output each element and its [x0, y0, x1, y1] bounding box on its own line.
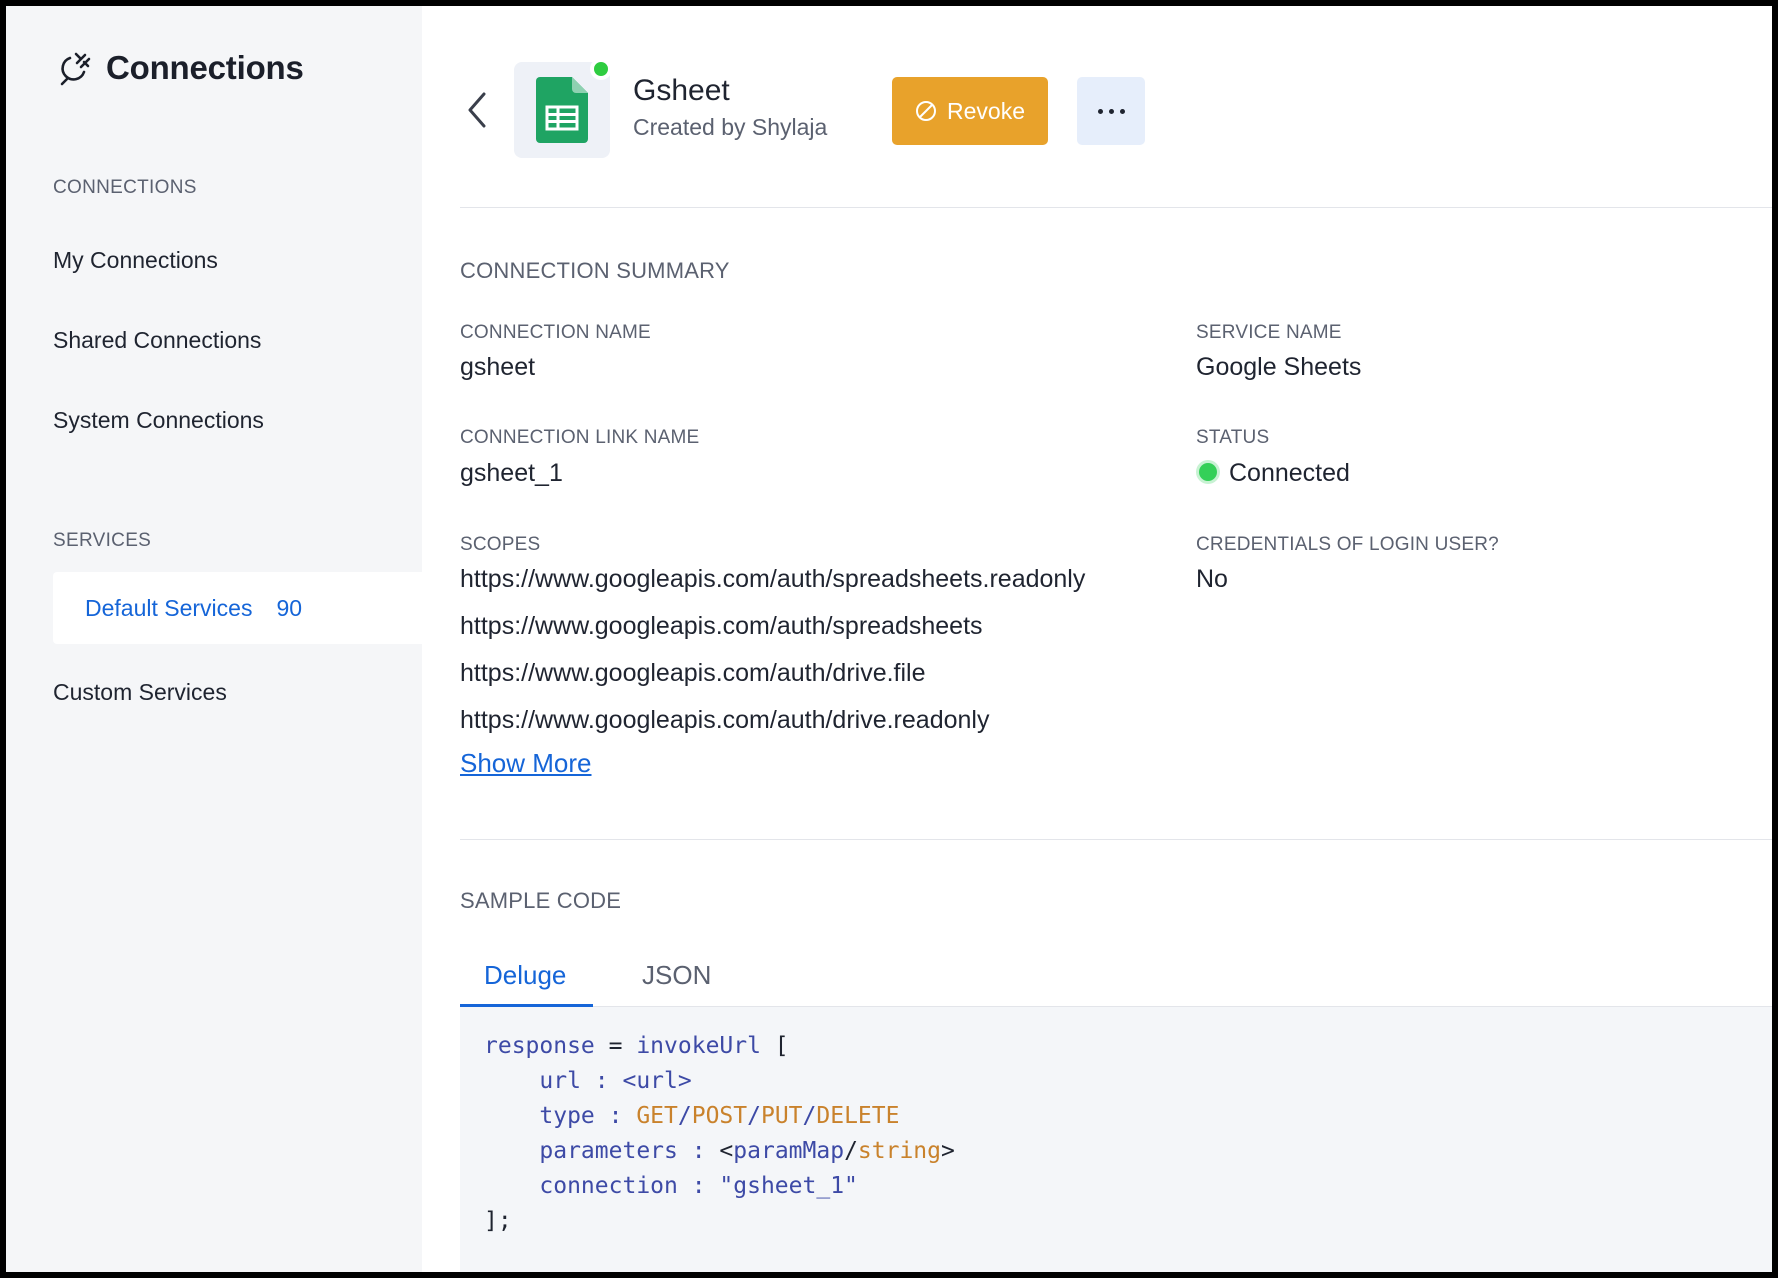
- sidebar-item-default-services[interactable]: Default Services 90: [53, 572, 422, 644]
- brand: Connections: [58, 48, 304, 88]
- code-token: connection: [539, 1173, 678, 1199]
- tab-json[interactable]: JSON: [642, 960, 711, 991]
- main-content: Gsheet Created by Shylaja Revoke CONNECT…: [422, 6, 1772, 1272]
- created-by: Created by Shylaja: [633, 114, 828, 140]
- sidebar-title: Connections: [106, 49, 304, 86]
- summary-divider: [460, 839, 1772, 840]
- header-divider: [460, 207, 1772, 208]
- code-line: url : <url>: [484, 1064, 1748, 1099]
- code-token: [: [760, 1033, 789, 1059]
- code-token: /: [677, 1103, 692, 1129]
- scopes-label: SCOPES: [460, 534, 541, 555]
- default-services-count: 90: [276, 594, 303, 621]
- code-token: PUT: [760, 1103, 803, 1129]
- more-dot: [1119, 108, 1125, 114]
- code-token: =: [594, 1033, 637, 1059]
- code-token: response: [484, 1033, 595, 1059]
- section-connections: CONNECTIONS: [53, 177, 197, 198]
- scope-item: https://www.googleapis.com/auth/drive.fi…: [460, 659, 926, 687]
- code-token: parameters: [539, 1138, 678, 1164]
- code-token: /: [844, 1138, 858, 1164]
- code-token: /: [747, 1103, 761, 1129]
- sidebar-item-shared-connections[interactable]: Shared Connections: [53, 327, 261, 354]
- sidebar-item-custom-services[interactable]: Custom Services: [53, 679, 227, 706]
- code-token: POST: [691, 1103, 748, 1129]
- code-token: /: [802, 1103, 817, 1129]
- code-token: "gsheet_1": [719, 1173, 858, 1199]
- sidebar-item-my-connections[interactable]: My Connections: [53, 247, 218, 274]
- code-token: ];: [484, 1208, 512, 1234]
- code-token: url: [539, 1068, 581, 1094]
- connection-name-value: gsheet: [460, 353, 536, 381]
- status-indicator-dot: [590, 58, 612, 80]
- code-token: >: [941, 1138, 955, 1164]
- block-icon: [916, 101, 936, 121]
- plug-icon: [60, 52, 91, 86]
- code-token: DELETE: [816, 1103, 900, 1129]
- sample-code-title: SAMPLE CODE: [460, 888, 622, 913]
- code-token: string: [857, 1138, 942, 1164]
- scope-item: https://www.googleapis.com/auth/spreadsh…: [460, 565, 1086, 593]
- code-line: connection : "gsheet_1": [484, 1169, 1748, 1204]
- status-text: Connected: [1229, 459, 1350, 487]
- scope-item: https://www.googleapis.com/auth/spreadsh…: [460, 612, 983, 640]
- chevron-left-icon[interactable]: [462, 88, 492, 132]
- code-token: :: [594, 1103, 637, 1129]
- code-line: parameters : <paramMap/string>: [484, 1134, 1748, 1169]
- credentials-label: CREDENTIALS OF LOGIN USER?: [1196, 534, 1499, 555]
- sidebar-item-system-connections[interactable]: System Connections: [53, 407, 264, 434]
- code-token: paramMap: [733, 1138, 845, 1164]
- status-label: STATUS: [1196, 427, 1270, 448]
- more-dot: [1108, 108, 1114, 114]
- service-name-label: SERVICE NAME: [1196, 322, 1342, 343]
- code-block: response = invokeUrl [ url : <url> type …: [460, 1007, 1772, 1272]
- connection-summary-title: CONNECTION SUMMARY: [460, 258, 730, 283]
- code-token: :: [580, 1068, 623, 1094]
- code-token: <url>: [622, 1068, 692, 1094]
- show-more-link[interactable]: Show More: [460, 748, 592, 779]
- code-token: GET: [636, 1103, 678, 1129]
- sidebar: Connections CONNECTIONS My Connections S…: [6, 6, 422, 1272]
- service-name-value: Google Sheets: [1196, 353, 1362, 381]
- code-token: <: [719, 1138, 734, 1164]
- connection-name-label: CONNECTION NAME: [460, 322, 651, 343]
- code-token: :: [677, 1138, 720, 1164]
- link-name-label: CONNECTION LINK NAME: [460, 427, 700, 448]
- window-frame: Connections CONNECTIONS My Connections S…: [0, 0, 1778, 1278]
- code-token: invokeUrl: [636, 1033, 761, 1059]
- more-options-button[interactable]: [1077, 77, 1145, 145]
- google-sheets-icon: [536, 77, 588, 143]
- code-line: ];: [484, 1204, 1748, 1239]
- more-horizontal-icon: [1097, 108, 1103, 114]
- connection-title: Gsheet: [633, 74, 730, 107]
- status-value: Connected: [1196, 459, 1350, 488]
- code-line: response = invokeUrl [: [484, 1029, 1748, 1064]
- default-services-label: Default Services: [85, 594, 253, 621]
- code-token: :: [677, 1173, 720, 1199]
- scope-item: https://www.googleapis.com/auth/drive.re…: [460, 706, 990, 734]
- connected-dot-icon: [1199, 463, 1217, 482]
- credentials-value: No: [1196, 565, 1228, 593]
- code-line: type : GET/POST/PUT/DELETE: [484, 1099, 1748, 1134]
- tab-deluge[interactable]: Deluge: [484, 960, 566, 991]
- revoke-button[interactable]: Revoke: [892, 77, 1048, 145]
- link-name-value: gsheet_1: [460, 459, 563, 487]
- section-services: SERVICES: [53, 530, 152, 551]
- revoke-label: Revoke: [947, 97, 1025, 124]
- code-token: type: [539, 1103, 595, 1129]
